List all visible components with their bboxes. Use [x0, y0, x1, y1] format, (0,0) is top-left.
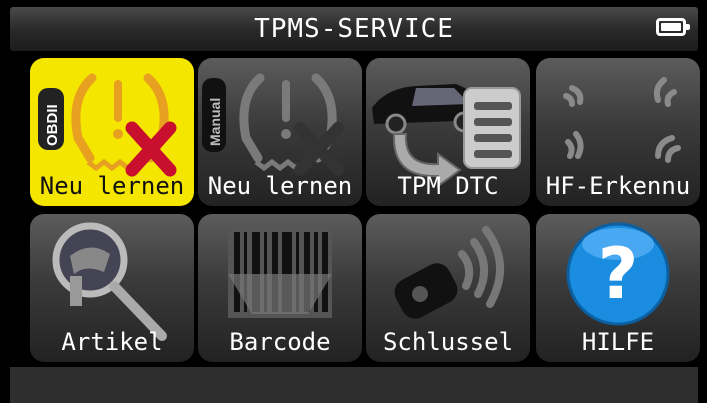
tile-label: Schlussel [382, 328, 514, 356]
svg-text:Manual: Manual [207, 98, 223, 146]
header-bar: TPMS-SERVICE [10, 7, 698, 51]
tile-label: Barcode [229, 328, 331, 356]
tile-label: TPM DTC [397, 172, 499, 200]
page-title: TPMS-SERVICE [254, 14, 454, 44]
tile-help[interactable]: ? HILFE [536, 214, 700, 362]
tile-rf-detection[interactable]: HF-Erkennu [536, 58, 700, 206]
footer-bar [10, 367, 698, 403]
tile-tpm-dtc[interactable]: TPM DTC [366, 58, 530, 206]
tile-label: HF-Erkennu [545, 172, 691, 200]
tile-obdii-relearn[interactable]: OBDII Neu lernen [30, 58, 194, 206]
battery-icon [656, 18, 690, 36]
tile-articles[interactable]: Artikel [30, 214, 194, 362]
tile-manual-relearn[interactable]: Manual Neu lernen [198, 58, 362, 206]
svg-text:?: ? [598, 233, 639, 315]
tile-label: HILFE [581, 328, 655, 356]
svg-text:OBDII: OBDII [44, 104, 61, 146]
tile-label: Neu lernen [39, 172, 185, 200]
tile-label: Artikel [61, 328, 163, 356]
tile-key-fob[interactable]: Schlussel [366, 214, 530, 362]
tile-label: Neu lernen [207, 172, 353, 200]
tile-barcode[interactable]: Barcode [198, 214, 362, 362]
